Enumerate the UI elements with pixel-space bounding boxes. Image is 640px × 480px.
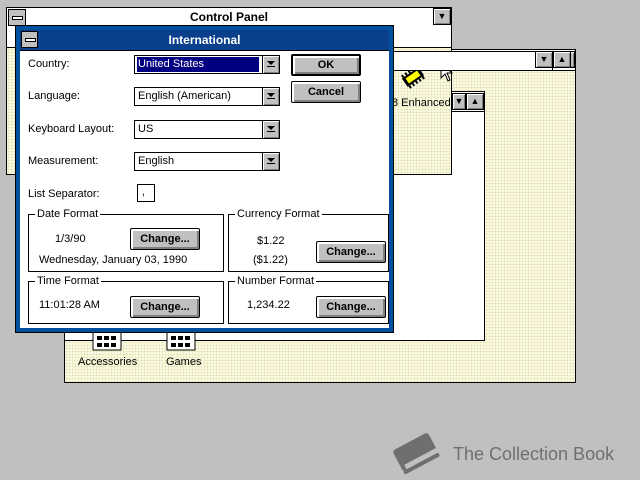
group-icon-label: Accessories (78, 356, 138, 368)
date-format-group: Date Format 1/3/90 Wednesday, January 03… (28, 208, 224, 272)
number-sample: 1,234.22 (247, 299, 290, 311)
time-format-group: Time Format 11:01:28 AM Change... (28, 275, 224, 324)
language-select[interactable]: English (American) (134, 87, 280, 106)
dialog-title: International (168, 33, 241, 47)
measurement-label: Measurement: (28, 155, 99, 167)
keyboard-layout-label: Keyboard Layout: (28, 123, 115, 135)
watermark-text: The Collection Book (453, 444, 615, 464)
language-value: English (American) (138, 90, 231, 102)
group-icon-accessories[interactable]: Accessories (75, 327, 139, 373)
dropdown-arrow-icon[interactable] (262, 88, 279, 105)
currency-negative-sample: ($1.22) (253, 254, 288, 266)
list-separator-label: List Separator: (28, 188, 100, 200)
date-short-sample: 1/3/90 (55, 233, 86, 245)
currency-positive-sample: $1.22 (257, 235, 285, 247)
ok-button[interactable]: OK (291, 54, 361, 76)
cancel-button[interactable]: Cancel (291, 81, 361, 103)
currency-format-title: Currency Format (235, 208, 322, 220)
country-label: Country: (28, 58, 70, 70)
minimize-button[interactable]: ▼ (433, 8, 451, 25)
book-icon (393, 433, 440, 475)
country-value: United States (137, 57, 259, 72)
control-menu-button[interactable] (21, 31, 38, 48)
control-panel-field (393, 51, 553, 71)
international-dialog: International Country: United States Lan… (16, 26, 393, 332)
time-sample: 11:01:28 AM (39, 299, 100, 311)
time-change-button[interactable]: Change... (130, 296, 200, 318)
dropdown-arrow-icon[interactable] (262, 56, 279, 73)
measurement-value: English (138, 155, 175, 167)
number-format-group: Number Format 1,234.22 Change... (228, 275, 389, 324)
date-change-button[interactable]: Change... (130, 228, 200, 250)
group-icon-label: Games (166, 356, 202, 368)
currency-format-group: Currency Format $1.22 ($1.22) Change... (228, 208, 389, 272)
date-format-title: Date Format (35, 208, 101, 220)
list-separator-input[interactable]: , (137, 184, 155, 202)
country-select[interactable]: United States (134, 55, 280, 74)
group-minimize-button[interactable]: ▼ (452, 93, 466, 110)
measurement-select[interactable]: English (134, 152, 280, 171)
currency-change-button[interactable]: Change... (316, 241, 386, 263)
keyboard-layout-select[interactable]: US (134, 120, 280, 139)
dialog-titlebar: International (20, 30, 389, 51)
scroll-down-button[interactable]: ▼ (535, 51, 553, 68)
group-icon-games[interactable]: Games (159, 327, 209, 373)
date-long-sample: Wednesday, January 03, 1990 (39, 254, 188, 266)
dropdown-arrow-icon[interactable] (262, 153, 279, 170)
control-panel-titlebar: Control Panel ▼ (7, 8, 451, 28)
time-format-title: Time Format (35, 275, 101, 287)
enhanced-mode-label: 8 Enhanced (392, 97, 451, 109)
language-label: Language: (28, 90, 80, 102)
keyboard-layout-value: US (138, 123, 154, 135)
number-format-title: Number Format (235, 275, 317, 287)
control-panel-title: Control Panel (189, 10, 268, 24)
control-menu-button[interactable] (8, 9, 26, 26)
scroll-up-button[interactable]: ▲ (553, 51, 571, 68)
number-change-button[interactable]: Change... (316, 296, 386, 318)
dropdown-arrow-icon[interactable] (262, 121, 279, 138)
group-maximize-button[interactable]: ▲ (466, 93, 484, 110)
